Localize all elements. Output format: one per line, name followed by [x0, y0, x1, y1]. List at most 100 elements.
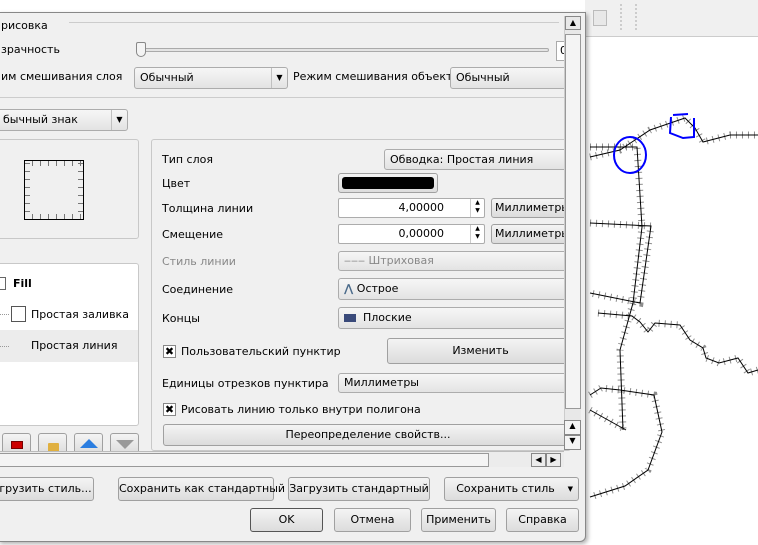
toolbar-handle[interactable] [635, 4, 639, 30]
tree-item-simple-line[interactable]: Простая линия [0, 330, 138, 362]
dash-units-combo[interactable]: Миллиметры [338, 373, 574, 393]
width-spinbox[interactable]: 4,00000 ▲ ▼ [338, 198, 485, 218]
custom-dash-label: Пользовательский пунктир [181, 345, 341, 358]
save-style-label: Сохранить стиль [456, 482, 555, 495]
dash-units-value: Миллиметры [344, 376, 419, 389]
inner-scroll-buttons[interactable]: ▲ ▼ [564, 420, 581, 450]
cancel-button[interactable]: Отмена [334, 508, 411, 532]
group-title: рисовка [1, 19, 48, 32]
draw-inside-checkbox[interactable]: ✖ [163, 403, 176, 416]
renderer-value: бычный знак [3, 113, 78, 126]
toolbar-tool-icon[interactable] [593, 10, 607, 26]
layer-type-combo[interactable]: Обводка: Простая линия [384, 149, 574, 170]
scroll-up-icon[interactable]: ▲ [564, 420, 581, 435]
layer-type-value: Обводка: Простая линия [390, 153, 534, 166]
vertical-scrollbar[interactable]: ▲ [564, 16, 581, 438]
map-canvas[interactable] [585, 37, 758, 545]
color-button[interactable] [338, 173, 438, 193]
line-style-value: Штриховая [368, 254, 434, 267]
opacity-label: зрачность [1, 43, 60, 56]
symbol-preview [0, 139, 139, 239]
horizontal-scrollbar[interactable]: ◀ ▶ [0, 451, 564, 467]
change-dash-button[interactable]: Изменить [387, 338, 574, 364]
fill-swatch-icon [11, 306, 26, 322]
feature-blend-value: Обычный [456, 71, 510, 84]
expand-icon[interactable] [0, 277, 6, 290]
polygon-outlines [589, 117, 758, 498]
scroll-up-icon[interactable]: ▲ [565, 16, 581, 30]
cap-label: Концы [162, 312, 200, 325]
feature-blend-combo[interactable]: Обычный [450, 67, 570, 89]
symbol-layer-tree[interactable]: Fill Простая заливка Простая линия [0, 263, 139, 426]
toolbar-handle[interactable] [620, 4, 624, 30]
spin-arrows-icon[interactable]: ▲ ▼ [470, 225, 484, 243]
cap-value: Плоские [363, 311, 412, 324]
width-label: Толщина линии [162, 202, 254, 215]
join-combo[interactable]: ⋀ Острое [338, 278, 574, 300]
miter-join-icon: ⋀ [344, 282, 354, 295]
feature-blend-label: Режим смешивания объектов [293, 70, 466, 83]
offset-unit-combo[interactable]: Миллиметры [491, 224, 571, 244]
opacity-slider-handle[interactable] [136, 42, 146, 57]
cap-combo[interactable]: Плоские [338, 307, 574, 329]
arrow-up-icon [80, 439, 98, 448]
join-label: Соединение [162, 283, 234, 296]
group-divider [69, 22, 559, 23]
chevron-down-icon: ▼ [111, 110, 127, 130]
spin-arrows-icon[interactable]: ▲ ▼ [470, 199, 484, 217]
custom-dash-checkbox[interactable]: ✖ [163, 345, 176, 358]
ok-button[interactable]: OK [250, 508, 323, 532]
join-value: Острое [356, 282, 399, 295]
tree-item-label: Fill [13, 277, 32, 290]
color-label: Цвет [162, 177, 191, 190]
tree-item-fill[interactable]: Fill [0, 274, 138, 294]
renderer-combo[interactable]: бычный знак ▼ [0, 109, 128, 131]
chevron-down-icon[interactable]: ▼ [568, 478, 573, 500]
line-style-label: Стиль линии [162, 255, 236, 268]
offset-spinbox[interactable]: 0,00000 ▲ ▼ [338, 224, 485, 244]
dash-ticks [588, 113, 758, 501]
load-style-button[interactable]: грузить стиль... [0, 477, 94, 501]
tree-item-label: Простая заливка [31, 308, 129, 321]
scrollbar-thumb[interactable] [0, 453, 489, 467]
layer-blend-value: Обычный [140, 71, 194, 84]
save-as-default-button[interactable]: Сохранить как стандартный [118, 477, 285, 501]
offset-unit-value: Миллиметры [495, 227, 570, 240]
load-default-button[interactable]: Загрузить стандартный [288, 477, 430, 501]
annotation-circle [613, 136, 647, 174]
scroll-right-icon[interactable]: ▶ [546, 453, 561, 467]
offset-label: Смещение [162, 228, 223, 241]
dash-units-label: Единицы отрезков пунктира [162, 377, 329, 390]
save-style-button[interactable]: Сохранить стиль ▼ [444, 477, 579, 501]
color-swatch [342, 177, 434, 189]
separator [0, 97, 564, 98]
width-value: 4,00000 [398, 201, 445, 214]
scroll-down-icon[interactable]: ▼ [564, 435, 581, 450]
scroll-left-icon[interactable]: ◀ [531, 453, 546, 467]
chevron-down-icon: ▼ [271, 68, 287, 88]
map-toolbar [585, 0, 758, 37]
arrow-down-icon [116, 440, 134, 449]
annotation-mark [668, 113, 695, 140]
width-unit-value: Миллиметры [495, 201, 570, 214]
line-style-combo[interactable]: ‒‒‒ Штриховая [338, 251, 574, 271]
symbol-layer-properties: Тип слоя Обводка: Простая линия Цвет Тол… [151, 139, 574, 451]
layer-properties-dialog: рисовка зрачность 0 им смешивания слоя О… [0, 12, 586, 542]
symbol-preview-square [24, 160, 84, 220]
layer-type-label: Тип слоя [162, 153, 213, 166]
tree-item-simple-fill[interactable]: Простая заливка [0, 304, 138, 326]
override-properties-button[interactable]: Переопределение свойств... [163, 424, 573, 446]
scrollbar-thumb[interactable] [565, 34, 581, 409]
help-button[interactable]: Справка [506, 508, 579, 532]
opacity-slider[interactable] [144, 48, 549, 52]
offset-value: 0,00000 [398, 227, 445, 240]
apply-button[interactable]: Применить [421, 508, 496, 532]
width-unit-combo[interactable]: Миллиметры [491, 198, 571, 218]
tree-item-label: Простая линия [31, 339, 118, 352]
dash-line-icon: ‒‒‒ [344, 254, 365, 267]
draw-inside-label: Рисовать линию только внутри полигона [181, 403, 421, 416]
flat-cap-icon [344, 314, 356, 322]
layer-blend-label: им смешивания слоя [1, 70, 123, 83]
layer-blend-combo[interactable]: Обычный ▼ [134, 67, 288, 89]
remove-icon [11, 441, 23, 449]
